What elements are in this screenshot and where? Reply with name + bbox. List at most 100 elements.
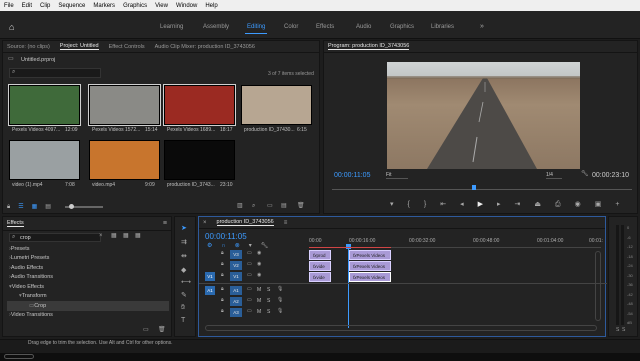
step-forward-icon[interactable]: ▸ xyxy=(497,201,501,208)
program-monitor-title[interactable]: Program: production ID_3743056 xyxy=(328,43,410,50)
track-header-v3[interactable]: 🔒︎ V3 ▭ ◉ xyxy=(199,249,309,260)
extract-icon[interactable]: ⎙ xyxy=(555,201,561,208)
list-view-icon[interactable]: ☰ xyxy=(18,204,23,210)
workspace-learning[interactable]: Learning xyxy=(160,24,183,30)
menu-item-clip[interactable]: Clip xyxy=(40,3,50,9)
hand-icon[interactable]: ✋︎ xyxy=(181,304,185,311)
track-header-a3[interactable]: 🔒︎ A3 ▭ M S 🎙︎ xyxy=(199,307,309,318)
export-frame-icon[interactable]: ◉ xyxy=(575,201,581,208)
razor-icon[interactable]: ◆ xyxy=(181,267,186,274)
menu-item-graphics[interactable]: Graphics xyxy=(123,3,147,9)
fit-dropdown[interactable]: Fit xyxy=(386,172,408,179)
effects-title[interactable]: Effects xyxy=(7,220,24,227)
home-icon[interactable]: ⌂ xyxy=(9,23,14,32)
play-icon[interactable]: ▶ xyxy=(478,201,483,208)
effects-tree-item[interactable]: ▭ Crop xyxy=(7,301,169,311)
solo-button[interactable]: S xyxy=(267,287,270,293)
comparison-view-icon[interactable]: ▣ xyxy=(595,201,602,208)
mute-button[interactable]: M xyxy=(257,287,261,293)
tab-source[interactable]: Source: (no clips) xyxy=(7,44,50,50)
effects-tree-item[interactable]: › Video Transitions xyxy=(7,311,169,321)
lock-icon[interactable]: 🔒︎ xyxy=(221,251,224,256)
track-target[interactable]: V1 xyxy=(230,272,242,281)
source-patch-video[interactable]: V1 xyxy=(205,272,215,281)
track-target[interactable]: V3 xyxy=(230,250,242,259)
timeline-clip[interactable]: fx vide xyxy=(309,261,331,271)
workspace-audio[interactable]: Audio xyxy=(356,24,371,30)
menu-item-window[interactable]: Window xyxy=(176,3,197,9)
mute-button[interactable]: M xyxy=(257,309,261,315)
effects-tree-item[interactable]: ▾ Video Effects xyxy=(7,282,169,292)
media-thumbnail[interactable] xyxy=(163,84,236,126)
taskbar-scroll[interactable] xyxy=(4,354,34,359)
accelerated-effects-icon[interactable]: ▦ xyxy=(111,233,117,239)
program-video-frame[interactable] xyxy=(387,62,580,169)
timeline-clip[interactable]: fx Pexels Videos xyxy=(349,250,391,260)
effects-tree-item[interactable]: › Audio Effects xyxy=(7,263,169,273)
timeline-scrollbar[interactable] xyxy=(205,325,597,331)
mark-out-icon[interactable]: } xyxy=(424,201,426,208)
sync-lock-icon[interactable]: ▭ xyxy=(247,273,252,278)
vertical-scrollbar[interactable] xyxy=(595,251,601,321)
eye-icon[interactable]: ◉ xyxy=(257,262,261,267)
solo-button[interactable]: S xyxy=(267,309,270,315)
zoom-slider-handle[interactable] xyxy=(69,204,74,209)
workspace-effects[interactable]: Effects xyxy=(316,24,334,30)
timeline-clip[interactable]: fx prod xyxy=(309,250,331,260)
media-thumbnail[interactable] xyxy=(88,84,161,126)
clear-search-icon[interactable]: × xyxy=(99,233,103,239)
icon-view-icon[interactable]: ▦ xyxy=(32,204,38,210)
workspace-color[interactable]: Color xyxy=(284,24,298,30)
menu-item-markers[interactable]: Markers xyxy=(93,3,115,9)
new-bin-icon[interactable]: ▭ xyxy=(143,327,149,333)
tab-project[interactable]: Project: Untitled xyxy=(59,43,99,50)
freeform-view-icon[interactable]: ▤ xyxy=(45,204,51,210)
type-icon[interactable]: T xyxy=(181,317,185,324)
menu-item-edit[interactable]: Edit xyxy=(22,3,32,9)
microphone-icon[interactable]: 🎙︎ xyxy=(277,287,283,292)
pen-icon[interactable]: ✎ xyxy=(181,292,187,299)
new-item-icon[interactable]: ▤ xyxy=(281,203,287,209)
menu-item-help[interactable]: Help xyxy=(205,3,217,9)
step-back-icon[interactable]: ◂ xyxy=(460,201,464,208)
media-thumbnail[interactable] xyxy=(89,140,160,180)
mute-button[interactable]: M xyxy=(257,298,261,304)
program-scrub-bar[interactable] xyxy=(332,189,632,190)
sync-lock-icon[interactable]: ▭ xyxy=(247,298,252,303)
microphone-icon[interactable]: 🎙︎ xyxy=(277,298,283,303)
workspace-assembly[interactable]: Assembly xyxy=(203,24,229,30)
eye-icon[interactable]: ◉ xyxy=(257,251,261,256)
yuv-effects-icon[interactable]: ▦ xyxy=(135,233,141,239)
sync-lock-icon[interactable]: ▭ xyxy=(247,309,252,314)
effects-tree-item[interactable]: › Lumetri Presets xyxy=(7,254,169,264)
ripple-edit-icon[interactable]: ⇹ xyxy=(181,253,187,260)
program-playhead[interactable] xyxy=(472,185,476,190)
panel-menu-icon[interactable]: ≡ xyxy=(163,220,167,227)
effects-search-input[interactable]: ⌕ crop xyxy=(9,233,101,242)
panel-menu-icon[interactable]: ≡ xyxy=(284,220,288,226)
project-search-input[interactable]: ⌕ xyxy=(9,68,101,78)
timeline-clip[interactable]: fx Pexels Videos xyxy=(349,272,391,282)
close-icon[interactable]: × xyxy=(203,220,207,226)
track-target[interactable]: A2 xyxy=(230,297,242,306)
lock-icon[interactable]: 🔒︎ xyxy=(221,298,224,303)
eye-icon[interactable]: ◉ xyxy=(257,273,261,278)
lock-icon[interactable]: 🔒︎ xyxy=(221,309,224,314)
source-patch-audio[interactable]: A1 xyxy=(205,286,215,295)
time-ruler[interactable]: 00:00 00:00:16:00 00:00:32:00 00:00:48:00 00… xyxy=(309,236,603,246)
more-workspaces-icon[interactable]: » xyxy=(480,23,484,30)
track-header-v1[interactable]: V1 🔒︎ V1 ▭ ◉ xyxy=(199,271,309,282)
effects-tree-item[interactable]: ▾ Transform xyxy=(7,292,169,302)
solo-button[interactable]: S xyxy=(267,298,270,304)
media-thumbnail[interactable] xyxy=(9,140,80,180)
sync-lock-icon[interactable]: ▭ xyxy=(247,287,252,292)
add-marker-icon[interactable]: ▾ xyxy=(390,201,394,208)
timeline-clip[interactable]: fx vide xyxy=(309,272,331,282)
lock-icon[interactable]: 🔒︎ xyxy=(7,204,10,210)
microphone-icon[interactable]: 🎙︎ xyxy=(277,309,283,314)
add-button-icon[interactable]: + xyxy=(615,201,619,208)
track-header-a1[interactable]: A1 🔒︎ A1 ▭ M S 🎙︎ xyxy=(199,285,309,296)
lock-icon[interactable]: 🔒︎ xyxy=(221,287,224,292)
effects-tree-item[interactable]: › Presets xyxy=(7,244,169,254)
solo-right-button[interactable]: S xyxy=(622,327,625,333)
